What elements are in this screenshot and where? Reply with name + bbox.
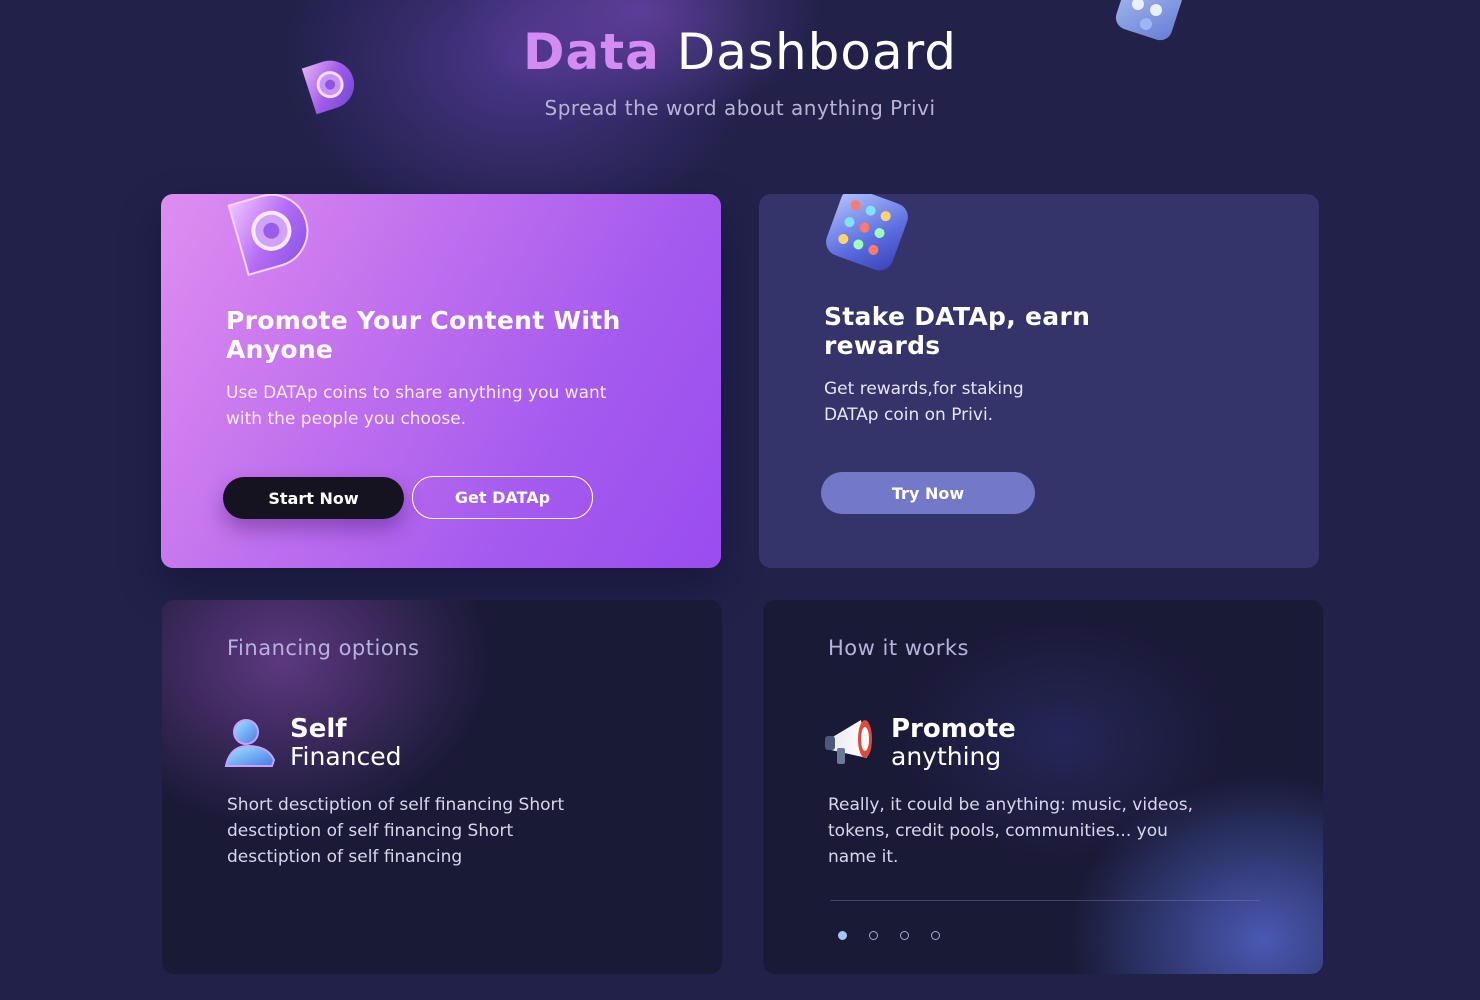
page-title-rest: Dashboard — [676, 23, 958, 81]
datap-logo-icon — [219, 194, 329, 284]
get-datap-button[interactable]: Get DATAp — [412, 476, 593, 519]
promote-anything-description: Really, it could be anything: music, vid… — [828, 795, 1194, 867]
how-it-works-label: How it works — [828, 636, 969, 660]
stake-card: Stake DATAp, earn rewards Get rewards,fo… — [759, 194, 1319, 568]
financing-card: Financing options Self Financed Short de… — [162, 600, 722, 974]
promote-card-heading: Promote Your Content With Anyone — [226, 306, 621, 364]
carousel-dot[interactable] — [900, 931, 909, 940]
self-financed-description: Short desctiption of self financing Shor… — [227, 795, 565, 867]
promote-anything-feature: Promote anything — [823, 714, 1016, 772]
page-title-accent: Data — [522, 23, 660, 81]
user-icon — [222, 714, 278, 772]
stake-card-heading: Stake DATAp, earn rewards — [824, 302, 1091, 360]
promote-anything-subtitle: anything — [891, 742, 1002, 771]
self-financed-title: Self — [290, 714, 347, 744]
try-now-button[interactable]: Try Now — [821, 472, 1035, 514]
carousel-dot[interactable] — [838, 931, 847, 940]
carousel-dots — [838, 931, 962, 940]
how-it-works-card: How it works Promote anything Really, it… — [763, 600, 1323, 974]
self-financed-subtitle: Financed — [290, 742, 402, 771]
page-subtitle: Spread the word about anything Privi — [544, 96, 936, 120]
stake-card-description: Get rewards,for staking DATAp coin on Pr… — [824, 379, 1024, 425]
start-now-button[interactable]: Start Now — [223, 477, 404, 519]
page-title: Data Dashboard — [0, 20, 1480, 84]
page: Data Dashboard Spread the word about any… — [0, 0, 1480, 1000]
financing-options-label: Financing options — [227, 636, 420, 660]
carousel-divider — [830, 900, 1260, 901]
megaphone-icon — [823, 714, 879, 772]
self-financed-feature: Self Financed — [222, 714, 402, 772]
promote-card-description: Use DATAp coins to share anything you wa… — [226, 383, 607, 429]
token-cube-icon — [813, 194, 917, 280]
promote-card: Promote Your Content With Anyone Use DAT… — [161, 194, 721, 568]
carousel-dot[interactable] — [931, 931, 940, 940]
promote-anything-title: Promote — [891, 714, 1016, 744]
carousel-dot[interactable] — [869, 931, 878, 940]
